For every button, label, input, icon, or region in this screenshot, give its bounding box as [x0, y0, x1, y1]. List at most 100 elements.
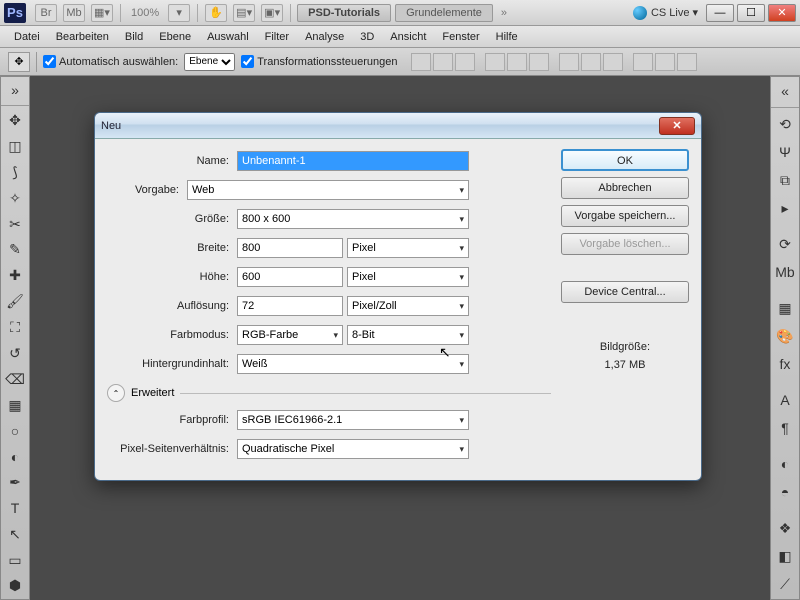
menu-auswahl[interactable]: Auswahl [199, 29, 257, 45]
type-tool-icon[interactable]: T [1, 496, 29, 522]
gradient-tool-icon[interactable]: ▦ [1, 392, 29, 418]
minimize-button[interactable]: — [706, 4, 734, 22]
align-icon[interactable] [507, 53, 527, 71]
dodge-tool-icon[interactable]: ◐ [1, 444, 29, 470]
height-field[interactable] [237, 267, 343, 287]
profile-combo[interactable]: sRGB IEC61966-2.1 [237, 410, 469, 430]
layers-panel-icon[interactable]: ❖ [771, 514, 799, 542]
align-icon[interactable] [455, 53, 475, 71]
stamp-tool-icon[interactable]: ⛶ [1, 315, 29, 341]
hand-icon[interactable]: ✋ [205, 4, 227, 22]
menu-bild[interactable]: Bild [117, 29, 151, 45]
minibridge-icon[interactable]: Mb [63, 4, 85, 22]
zoom-level[interactable]: 100% [131, 7, 159, 19]
shape-tool-icon[interactable]: ▭ [1, 547, 29, 573]
distribute-icon[interactable] [581, 53, 601, 71]
screenmode-icon[interactable]: ▣▾ [261, 4, 283, 22]
menu-datei[interactable]: Datei [6, 29, 48, 45]
blur-tool-icon[interactable]: ○ [1, 418, 29, 444]
channels-panel-icon[interactable]: ◧ [771, 542, 799, 570]
colormode-combo[interactable]: RGB-Farbe [237, 325, 343, 345]
minibridge-panel-icon[interactable]: Mb [771, 258, 799, 286]
bgcontent-combo[interactable]: Weiß [237, 354, 469, 374]
align-icon[interactable] [529, 53, 549, 71]
autoselect-checkbox[interactable]: Automatisch auswählen: [43, 55, 178, 68]
pixelaspect-combo[interactable]: Quadratische Pixel [237, 439, 469, 459]
bridge-icon[interactable]: Br [35, 4, 57, 22]
close-button[interactable]: ✕ [768, 4, 796, 22]
menu-fenster[interactable]: Fenster [434, 29, 487, 45]
minibridge-panel-icon[interactable]: ▸ [771, 194, 799, 222]
color-panel-icon[interactable]: 🎨 [771, 322, 799, 350]
move-tool-indicator[interactable]: ✥ [8, 52, 30, 72]
clone-source-icon[interactable]: ⧉ [771, 166, 799, 194]
eraser-tool-icon[interactable]: ⌫ [1, 366, 29, 392]
bitdepth-combo[interactable]: 8-Bit [347, 325, 469, 345]
character-panel-icon[interactable]: A [771, 386, 799, 414]
paths-panel-icon[interactable]: ⟋ [771, 570, 799, 598]
lasso-tool-icon[interactable]: ⟆ [1, 160, 29, 186]
history-panel-icon[interactable]: ⟳ [771, 230, 799, 258]
distribute-icon[interactable] [603, 53, 623, 71]
menu-hilfe[interactable]: Hilfe [488, 29, 526, 45]
workspace-tab-psdtutorials[interactable]: PSD-Tutorials [297, 4, 391, 22]
3d-tool-icon[interactable]: ⬢ [1, 573, 29, 599]
crop-tool-icon[interactable]: ✂ [1, 211, 29, 237]
adjustments-panel-icon[interactable]: ◐ [771, 450, 799, 478]
pen-tool-icon[interactable]: ✒ [1, 470, 29, 496]
distribute-icon[interactable] [633, 53, 653, 71]
styles-panel-icon[interactable]: fx [771, 350, 799, 378]
distribute-icon[interactable] [677, 53, 697, 71]
distribute-icon[interactable] [655, 53, 675, 71]
dialog-titlebar[interactable]: Neu ✕ [95, 113, 701, 139]
align-icon[interactable] [411, 53, 431, 71]
swatches-panel-icon[interactable]: ▦ [771, 294, 799, 322]
marquee-tool-icon[interactable]: ◫ [1, 134, 29, 160]
collapse-icon[interactable]: » [1, 77, 29, 103]
resolution-field[interactable] [237, 296, 343, 316]
magicwand-tool-icon[interactable]: ✧ [1, 185, 29, 211]
workspace-tab-grundelemente[interactable]: Grundelemente [395, 4, 493, 22]
more-workspaces-icon[interactable]: » [501, 7, 507, 19]
size-combo[interactable]: 800 x 600 [237, 209, 469, 229]
align-icon[interactable] [433, 53, 453, 71]
maximize-button[interactable]: ☐ [737, 4, 765, 22]
collapse-icon[interactable]: « [771, 77, 799, 105]
view-extras-icon[interactable]: ▦▾ [91, 4, 113, 22]
height-unit-combo[interactable]: Pixel [347, 267, 469, 287]
menu-ansicht[interactable]: Ansicht [382, 29, 434, 45]
menu-analyse[interactable]: Analyse [297, 29, 352, 45]
align-icon[interactable] [485, 53, 505, 71]
brush-tool-icon[interactable]: 🖌 [1, 289, 29, 315]
menu-bearbeiten[interactable]: Bearbeiten [48, 29, 117, 45]
name-field[interactable] [237, 151, 469, 171]
cslive-button[interactable]: CS Live ▾ [633, 6, 698, 20]
device-central-button[interactable]: Device Central... [561, 281, 689, 303]
cancel-button[interactable]: Abbrechen [561, 177, 689, 199]
menu-ebene[interactable]: Ebene [151, 29, 199, 45]
path-select-icon[interactable]: ↖ [1, 521, 29, 547]
arrange-icon[interactable]: ▤▾ [233, 4, 255, 22]
autoselect-target[interactable]: Ebene [184, 53, 235, 71]
width-unit-combo[interactable]: Pixel [347, 238, 469, 258]
transform-checkbox[interactable]: Transformationssteuerungen [241, 55, 397, 68]
ok-button[interactable]: OK [561, 149, 689, 171]
zoom-dropdown-icon[interactable]: ▾ [168, 4, 190, 22]
eyedropper-tool-icon[interactable]: ✎ [1, 237, 29, 263]
advanced-toggle[interactable]: ⌃ [107, 384, 125, 402]
menu-filter[interactable]: Filter [257, 29, 297, 45]
menu-3d[interactable]: 3D [352, 29, 382, 45]
healing-tool-icon[interactable]: ✚ [1, 263, 29, 289]
resolution-unit-combo[interactable]: Pixel/Zoll [347, 296, 469, 316]
width-field[interactable] [237, 238, 343, 258]
move-tool-icon[interactable]: ✥ [1, 108, 29, 134]
history-brush-icon[interactable]: ↺ [1, 340, 29, 366]
masks-panel-icon[interactable]: ◓ [771, 478, 799, 506]
brush-preset-icon[interactable]: ⟲ [771, 110, 799, 138]
dialog-close-button[interactable]: ✕ [659, 117, 695, 135]
distribute-icon[interactable] [559, 53, 579, 71]
save-preset-button[interactable]: Vorgabe speichern... [561, 205, 689, 227]
paragraph-panel-icon[interactable]: ¶ [771, 414, 799, 442]
preset-combo[interactable]: Web [187, 180, 469, 200]
brush-panel-icon[interactable]: Ψ [771, 138, 799, 166]
